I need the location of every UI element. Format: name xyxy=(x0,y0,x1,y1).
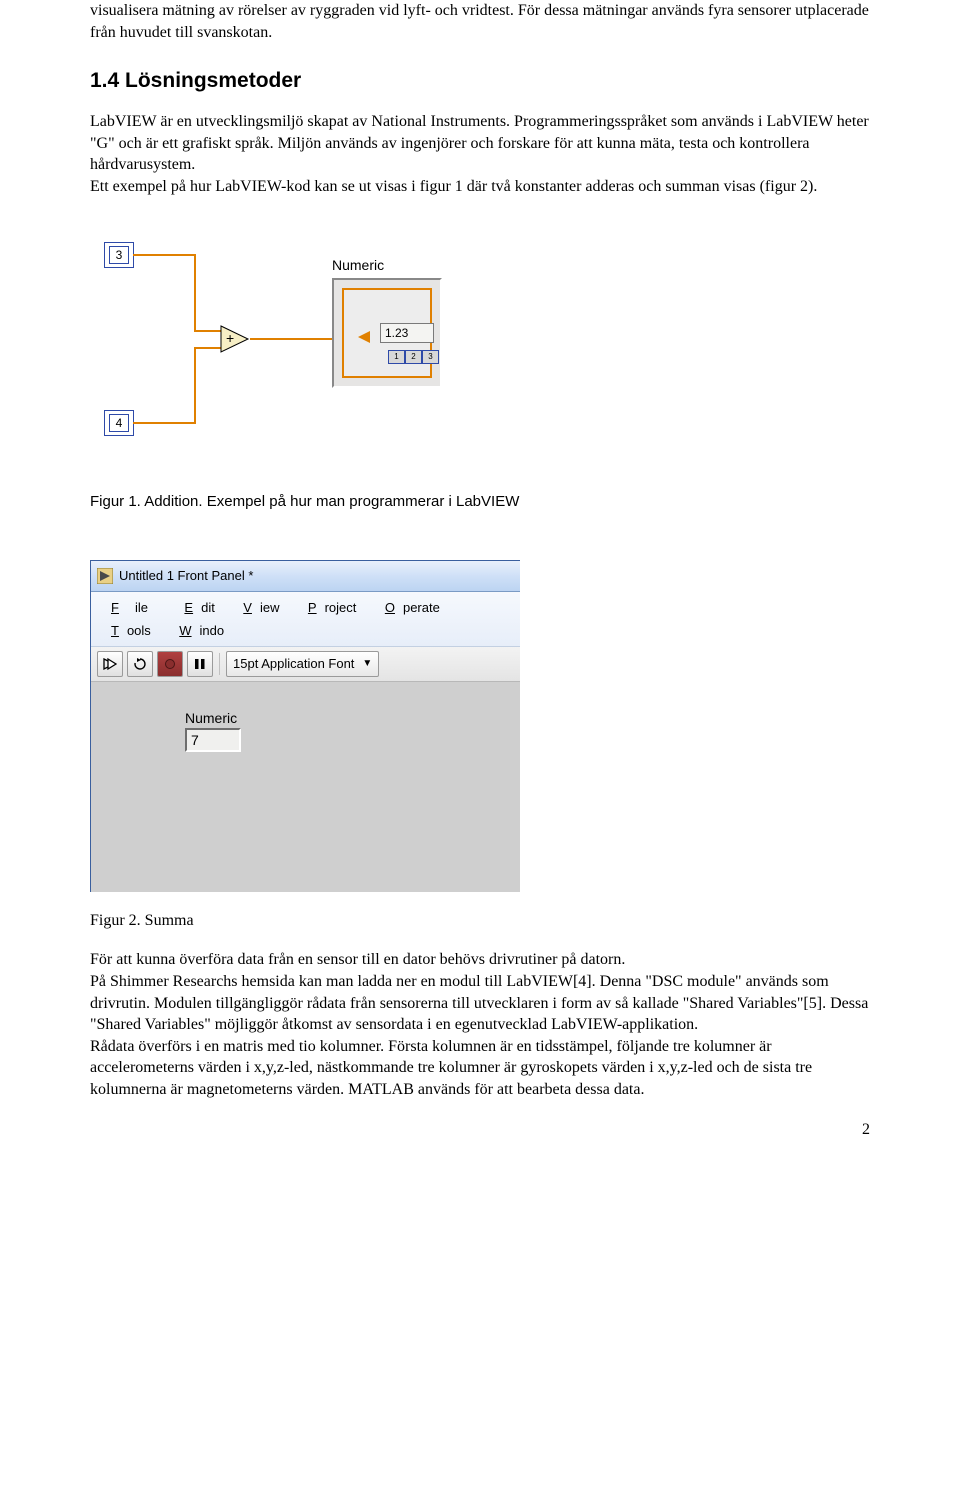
constant-a-value: 3 xyxy=(109,246,129,264)
wire xyxy=(194,347,221,349)
window-menubar: File Edit View Project Operate Tools Win… xyxy=(91,592,520,647)
intro-paragraph: visualisera mätning av rörelser av ryggr… xyxy=(90,0,870,43)
wire xyxy=(194,254,196,332)
fp-numeric-label: Numeric xyxy=(185,710,520,726)
wire xyxy=(133,254,196,256)
indicator-arrow-icon xyxy=(358,330,372,349)
indicator-type-glyph: 1 2 3 xyxy=(388,350,439,364)
menu-view[interactable]: View xyxy=(227,596,287,619)
closing-paragraph: För att kunna överföra data från en sens… xyxy=(90,949,870,1100)
constant-b-node: 4 xyxy=(104,410,134,436)
menu-edit[interactable]: Edit xyxy=(168,596,222,619)
menu-file[interactable]: File xyxy=(95,596,164,619)
add-node-icon: + xyxy=(220,324,250,354)
fp-numeric-value: 7 xyxy=(185,728,241,752)
run-continuously-button[interactable] xyxy=(127,651,153,677)
run-button[interactable] xyxy=(97,651,123,677)
indicator-value: 1.23 xyxy=(380,323,434,343)
font-dropdown-label: 15pt Application Font xyxy=(233,656,354,671)
section-heading: 1.4 Lösningsmetoder xyxy=(90,69,870,93)
chevron-down-icon: ▼ xyxy=(362,658,372,669)
figure-1-block-diagram: 3 4 + Numeric 1.23 1 xyxy=(86,232,486,462)
window-titlebar: Untitled 1 Front Panel * xyxy=(91,561,520,592)
wire xyxy=(250,338,332,340)
menu-project[interactable]: Project xyxy=(292,596,364,619)
window-title: Untitled 1 Front Panel * xyxy=(119,568,253,583)
figure-1-caption: Figur 1. Addition. Exempel på hur man pr… xyxy=(90,492,870,512)
svg-text:+: + xyxy=(226,330,234,346)
window-toolbar: 15pt Application Font ▼ xyxy=(91,647,520,682)
indicator-label: Numeric xyxy=(332,257,384,273)
figure-2-caption: Figur 2. Summa xyxy=(90,910,870,932)
labview-app-icon xyxy=(97,568,113,584)
page-number: 2 xyxy=(90,1121,870,1139)
front-panel-canvas: Numeric 7 xyxy=(91,682,520,892)
numeric-indicator-node: 1.23 1 2 3 xyxy=(332,278,442,388)
wire xyxy=(133,422,196,424)
figure-2-front-panel-window: Untitled 1 Front Panel * File Edit View … xyxy=(90,560,520,892)
menu-tools[interactable]: Tools xyxy=(95,619,159,642)
abort-button[interactable] xyxy=(157,651,183,677)
font-dropdown[interactable]: 15pt Application Font ▼ xyxy=(226,651,379,677)
indicator-inner: 1.23 1 2 3 xyxy=(342,288,432,378)
constant-b-value: 4 xyxy=(109,414,129,432)
wire xyxy=(194,347,196,424)
menu-window[interactable]: Windo xyxy=(163,619,232,642)
wire xyxy=(194,330,221,332)
body-paragraph: LabVIEW är en utvecklingsmiljö skapat av… xyxy=(90,111,870,197)
pause-button[interactable] xyxy=(187,651,213,677)
constant-a-node: 3 xyxy=(104,242,134,268)
menu-operate[interactable]: Operate xyxy=(369,596,448,619)
